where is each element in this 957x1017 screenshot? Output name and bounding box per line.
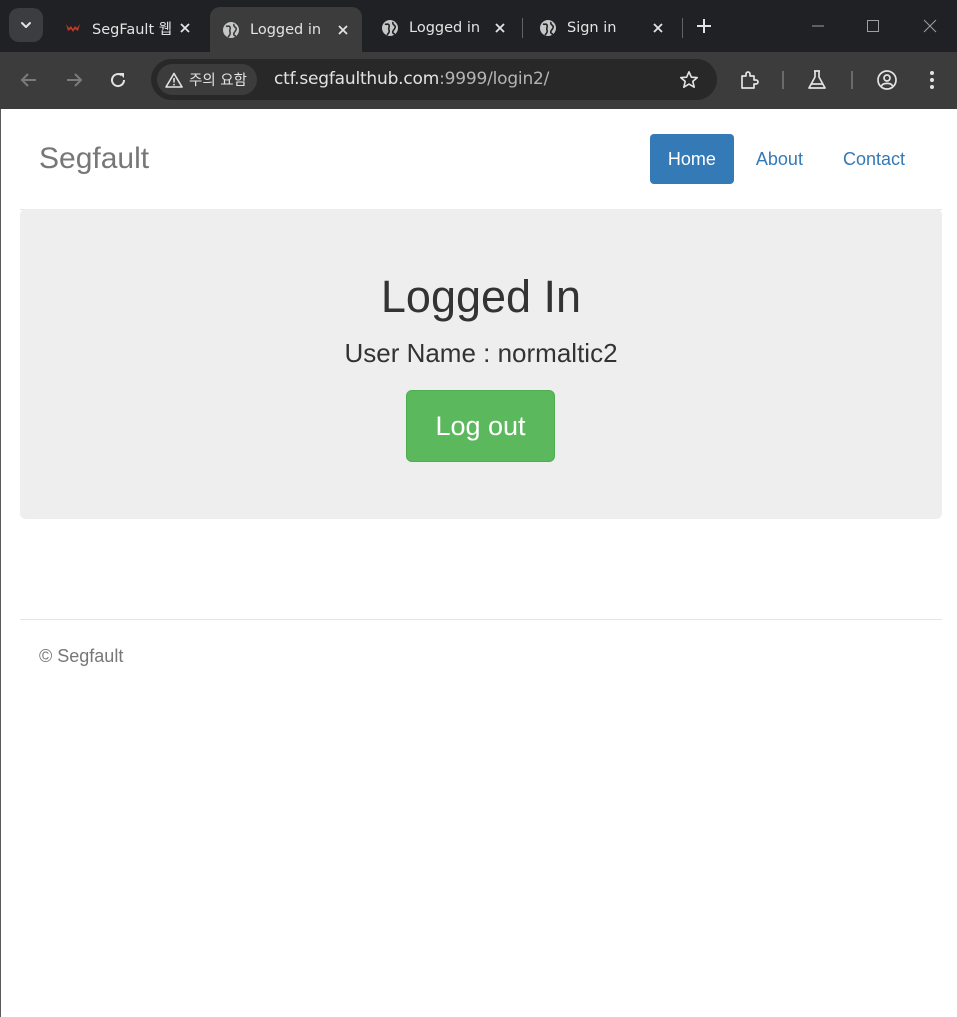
page-title: Logged In bbox=[380, 271, 582, 322]
site-nav: Home About Contact bbox=[646, 134, 923, 184]
security-warning-chip[interactable]: 주의 요함 bbox=[157, 64, 257, 95]
user-name-text: User Name : normaltic2 bbox=[344, 338, 618, 368]
tab-logged-in[interactable]: Logged in bbox=[369, 7, 519, 49]
plus-icon bbox=[697, 19, 711, 33]
jumbotron: Logged In User Name : normaltic2 Log out bbox=[20, 209, 942, 519]
nav-about[interactable]: About bbox=[738, 134, 821, 184]
close-icon bbox=[923, 19, 937, 33]
maximize-icon bbox=[867, 20, 879, 32]
tab-search-button[interactable] bbox=[9, 8, 43, 42]
tab-strip: SegFault 웹 Logged in Logged in Sign in bbox=[0, 0, 957, 52]
globe-icon bbox=[539, 19, 557, 37]
globe-icon bbox=[381, 19, 399, 37]
bookmark-button[interactable] bbox=[677, 68, 701, 92]
new-tab-button[interactable] bbox=[692, 14, 716, 38]
globe-icon bbox=[222, 21, 240, 39]
menu-button[interactable] bbox=[918, 66, 946, 94]
close-icon[interactable] bbox=[647, 17, 669, 39]
chevron-down-icon bbox=[21, 22, 31, 28]
tab-logged-in-active[interactable]: Logged in bbox=[210, 7, 362, 52]
toolbar-separator bbox=[851, 71, 853, 89]
site-footer: © Segfault bbox=[20, 619, 942, 679]
segfault-bat-icon bbox=[64, 19, 82, 37]
page-viewport: Segfault Home About Contact Logged In Us… bbox=[0, 109, 957, 1017]
extensions-button[interactable] bbox=[736, 66, 764, 94]
nav-home[interactable]: Home bbox=[649, 134, 734, 184]
forward-button[interactable] bbox=[60, 66, 88, 94]
security-label: 주의 요함 bbox=[189, 73, 247, 89]
profile-button[interactable] bbox=[873, 66, 901, 94]
tab-sign-in[interactable]: Sign in bbox=[527, 7, 677, 49]
site-header: Segfault Home About Contact bbox=[20, 109, 942, 210]
close-icon[interactable] bbox=[332, 19, 354, 41]
more-vertical-icon bbox=[930, 71, 934, 89]
tab-separator bbox=[522, 18, 523, 38]
logout-button[interactable]: Log out bbox=[406, 390, 555, 462]
minimize-icon bbox=[812, 25, 824, 27]
star-icon bbox=[680, 71, 698, 88]
flask-icon bbox=[808, 70, 826, 89]
window-close-button[interactable] bbox=[918, 14, 942, 38]
arrow-left-icon bbox=[20, 73, 36, 87]
warning-triangle-icon bbox=[165, 72, 183, 88]
reload-button[interactable] bbox=[104, 66, 132, 94]
address-bar[interactable]: 주의 요함 ctf.segfaulthub.com:9999/login2/ bbox=[151, 59, 717, 100]
back-button[interactable] bbox=[15, 66, 43, 94]
footer-copyright: © Segfault bbox=[39, 646, 124, 666]
reload-icon bbox=[111, 73, 126, 88]
minimize-button[interactable] bbox=[806, 14, 830, 38]
tab-title: Sign in bbox=[567, 20, 617, 36]
url-text[interactable]: ctf.segfaulthub.com:9999/login2/ bbox=[274, 69, 549, 89]
tab-title: Logged in bbox=[409, 20, 481, 36]
tab-segfault[interactable]: SegFault 웹 bbox=[52, 7, 204, 49]
account-icon bbox=[877, 70, 897, 90]
tab-title: Logged in bbox=[250, 21, 322, 38]
puzzle-icon bbox=[741, 71, 759, 89]
url-path: :9999/login2/ bbox=[439, 69, 550, 89]
url-host: ctf.segfaulthub.com bbox=[274, 69, 440, 89]
tab-separator bbox=[682, 18, 683, 38]
close-icon[interactable] bbox=[174, 17, 196, 39]
browser-toolbar: 주의 요함 ctf.segfaulthub.com:9999/login2/ bbox=[0, 52, 957, 109]
labs-button[interactable] bbox=[803, 66, 831, 94]
arrow-right-icon bbox=[67, 73, 83, 87]
close-icon[interactable] bbox=[489, 17, 511, 39]
tab-title: SegFault 웹 bbox=[92, 21, 173, 38]
browser-chrome: SegFault 웹 Logged in Logged in Sign in 주… bbox=[0, 0, 957, 109]
site-brand[interactable]: Segfault bbox=[39, 142, 149, 176]
toolbar-separator bbox=[782, 71, 784, 89]
nav-contact[interactable]: Contact bbox=[825, 134, 923, 184]
maximize-button[interactable] bbox=[861, 14, 885, 38]
